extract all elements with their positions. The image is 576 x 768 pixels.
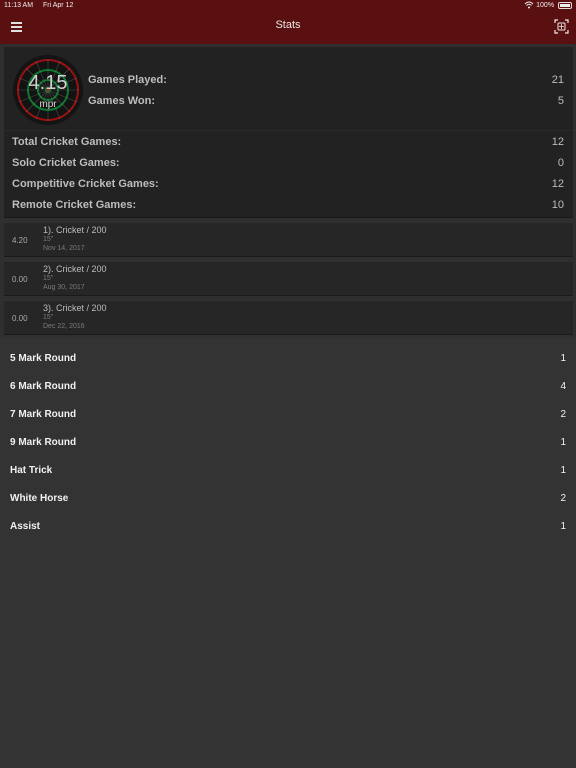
total-cricket-value: 12 xyxy=(551,136,564,148)
award-count: 4 xyxy=(560,381,566,392)
top-header: 11:13 AM Fri Apr 12 100% Stats xyxy=(0,0,576,44)
status-time: 11:13 AM xyxy=(4,2,34,9)
status-date: Fri Apr 12 xyxy=(43,2,74,9)
game-date: Dec 22, 2016 xyxy=(43,323,85,330)
status-bar: 11:13 AM Fri Apr 12 100% xyxy=(0,0,576,12)
game-duration: 15" xyxy=(43,275,54,282)
games-won-row: Games Won: 5 xyxy=(4,91,573,111)
award-count: 1 xyxy=(560,465,566,476)
award-row[interactable]: Hat Trick 1 xyxy=(0,457,576,485)
games-played-label: Games Played: xyxy=(88,74,167,86)
award-row[interactable]: White Horse 2 xyxy=(0,485,576,513)
remote-cricket-label: Remote Cricket Games: xyxy=(12,199,137,211)
total-cricket-row: Total Cricket Games: 12 xyxy=(4,132,573,152)
game-score: 0.00 xyxy=(12,314,28,323)
total-cricket-label: Total Cricket Games: xyxy=(12,136,122,148)
award-label: 6 Mark Round xyxy=(10,381,77,392)
award-label: 9 Mark Round xyxy=(10,437,77,448)
award-row[interactable]: 5 Mark Round 1 xyxy=(0,345,576,373)
games-won-value: 5 xyxy=(557,95,564,107)
competitive-cricket-label: Competitive Cricket Games: xyxy=(12,178,159,190)
game-title: 2). Cricket / 200 xyxy=(43,264,107,274)
award-count: 2 xyxy=(560,493,566,504)
recent-game-card[interactable]: 4.20 1). Cricket / 200 15" Nov 14, 2017 xyxy=(4,222,573,257)
award-row[interactable]: 6 Mark Round 4 xyxy=(0,373,576,401)
award-label: Hat Trick xyxy=(10,465,53,476)
award-row[interactable]: Assist 1 xyxy=(0,513,576,541)
award-label: White Horse xyxy=(10,493,69,504)
game-score: 0.00 xyxy=(12,275,28,284)
competitive-cricket-row: Competitive Cricket Games: 12 xyxy=(4,174,573,194)
divider xyxy=(4,130,573,131)
game-score: 4.20 xyxy=(12,236,28,245)
award-label: Assist xyxy=(10,521,41,532)
award-label: 5 Mark Round xyxy=(10,353,77,364)
navigation-bar: Stats xyxy=(0,12,576,44)
award-count: 1 xyxy=(560,521,566,532)
game-title: 3). Cricket / 200 xyxy=(43,303,107,313)
competitive-cricket-value: 12 xyxy=(551,178,564,190)
game-date: Aug 30, 2017 xyxy=(43,284,85,291)
stats-summary-panel: 4.15 mpr Games Played: 21 Games Won: 5 T… xyxy=(4,47,573,218)
games-played-value: 21 xyxy=(551,74,564,86)
awards-list: 5 Mark Round 1 6 Mark Round 4 7 Mark Rou… xyxy=(0,338,576,768)
recent-game-card[interactable]: 0.00 2). Cricket / 200 15" Aug 30, 2017 xyxy=(4,261,573,296)
award-row[interactable]: 7 Mark Round 2 xyxy=(0,401,576,429)
award-row[interactable]: 9 Mark Round 1 xyxy=(0,429,576,457)
status-left: 11:13 AM Fri Apr 12 xyxy=(4,0,73,12)
solo-cricket-row: Solo Cricket Games: 0 xyxy=(4,153,573,173)
award-label: 7 Mark Round xyxy=(10,409,77,420)
solo-cricket-label: Solo Cricket Games: xyxy=(12,157,120,169)
games-won-label: Games Won: xyxy=(88,95,156,107)
scan-icon[interactable] xyxy=(554,19,569,34)
solo-cricket-value: 0 xyxy=(557,157,564,169)
battery-percent: 100% xyxy=(536,2,555,9)
recent-game-card[interactable]: 0.00 3). Cricket / 200 15" Dec 22, 2016 xyxy=(4,300,573,335)
page-title: Stats xyxy=(275,19,301,31)
game-duration: 15" xyxy=(43,236,54,243)
award-count: 1 xyxy=(560,353,566,364)
game-duration: 15" xyxy=(43,314,54,321)
games-played-row: Games Played: 21 xyxy=(4,70,573,90)
award-count: 2 xyxy=(560,409,566,420)
game-date: Nov 14, 2017 xyxy=(43,245,85,252)
remote-cricket-row: Remote Cricket Games: 10 xyxy=(4,195,573,215)
battery-icon xyxy=(558,1,572,9)
game-title: 1). Cricket / 200 xyxy=(43,225,107,235)
wifi-icon xyxy=(524,1,534,9)
status-right: 100% xyxy=(524,0,572,12)
remote-cricket-value: 10 xyxy=(551,199,564,211)
award-count: 1 xyxy=(560,437,566,448)
